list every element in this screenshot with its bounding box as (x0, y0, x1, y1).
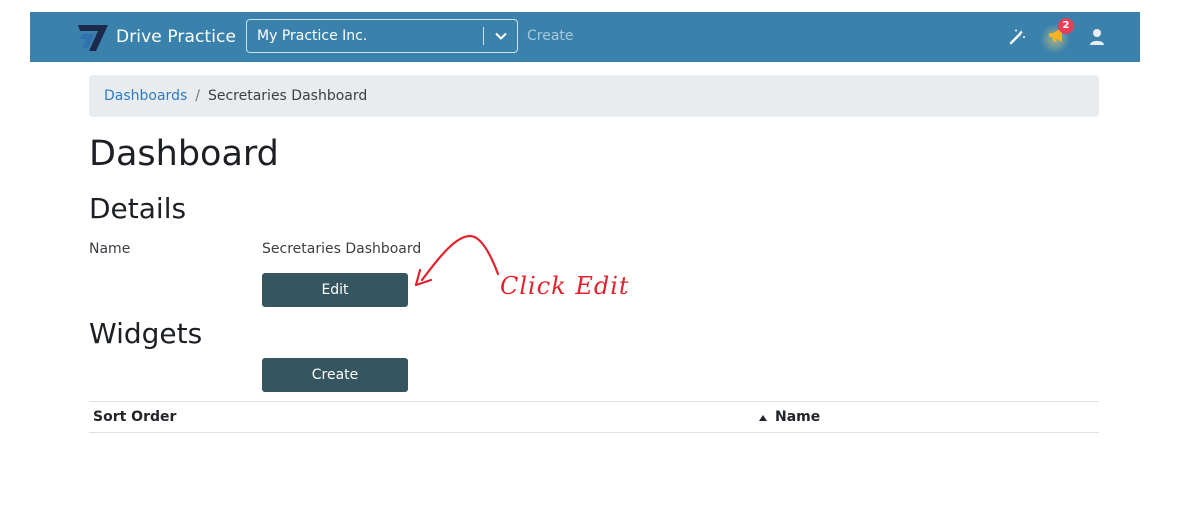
annotation-arrow-icon (410, 230, 505, 294)
breadcrumb-current: Secretaries Dashboard (207, 88, 368, 104)
notification-badge: 2 (1058, 18, 1074, 34)
column-header-name[interactable]: Name (759, 409, 820, 425)
breadcrumb: Dashboards / Secretaries Dashboard (89, 75, 1099, 117)
brand-name: Drive Practice (116, 27, 237, 47)
details-heading: Details (89, 192, 187, 225)
edit-button[interactable]: Edit (262, 273, 408, 307)
column-header-name-label: Name (775, 409, 821, 425)
column-header-sort-order[interactable]: Sort Order (93, 409, 176, 425)
magic-wand-icon[interactable] (1004, 24, 1030, 50)
widgets-table-header: Sort Order Name (89, 401, 1099, 433)
breadcrumb-dashboards-link[interactable]: Dashboards (104, 88, 187, 104)
top-navbar: Drive Practice My Practice Inc. Create 2 (30, 12, 1140, 62)
sort-caret-up-icon (759, 409, 767, 425)
nav-icon-group: 2 (990, 12, 1110, 62)
practice-select-value: My Practice Inc. (257, 28, 368, 44)
annotation-text: Click Edit (500, 272, 630, 300)
chevron-down-icon[interactable] (484, 32, 517, 40)
notifications-button[interactable]: 2 (1040, 18, 1074, 54)
breadcrumb-separator: / (195, 88, 200, 104)
name-value: Secretaries Dashboard (262, 241, 422, 257)
create-widget-button[interactable]: Create (262, 358, 408, 392)
widgets-heading: Widgets (89, 317, 203, 350)
brand[interactable]: Drive Practice (76, 20, 236, 54)
nav-create-link[interactable]: Create (527, 28, 574, 44)
drive-practice-logo-icon (76, 22, 110, 52)
user-icon[interactable] (1084, 24, 1110, 50)
page-title: Dashboard (89, 134, 279, 174)
practice-select[interactable]: My Practice Inc. (246, 19, 518, 53)
name-label: Name (89, 241, 131, 257)
